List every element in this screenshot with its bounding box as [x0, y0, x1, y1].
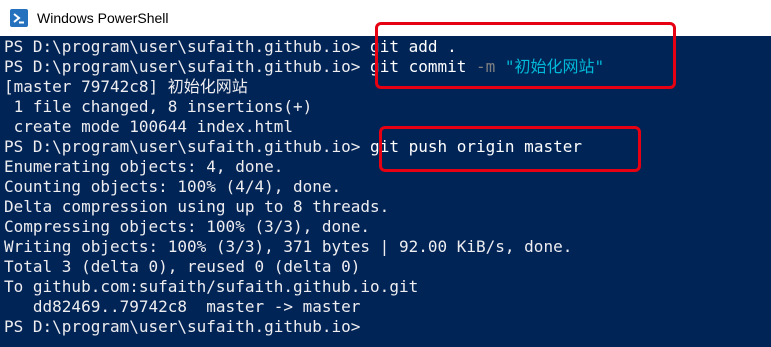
command-text: git push origin master — [360, 137, 582, 156]
prompt: PS D:\program\user\sufaith.github.io> — [4, 317, 361, 336]
console-line: [master 79742c8] 初始化网站 — [4, 77, 248, 96]
console-line: dd82469..79742c8 master -> master — [4, 297, 361, 316]
console-line: PS D:\program\user\sufaith.github.io> — [4, 317, 771, 337]
command-string: "初始化网站" — [495, 57, 605, 76]
command-text: git commit — [360, 57, 477, 76]
command-text: git add . — [360, 37, 457, 56]
console-line: Writing objects: 100% (3/3), 371 bytes |… — [4, 237, 573, 256]
console-line: 1 file changed, 8 insertions(+) — [4, 97, 313, 116]
console-line: Delta compression using up to 8 threads. — [4, 197, 390, 216]
window-title: Windows PowerShell — [37, 10, 169, 26]
console-line: To github.com:sufaith/sufaith.github.io.… — [4, 277, 419, 296]
console-line: PS D:\program\user\sufaith.github.io> gi… — [4, 57, 771, 77]
console-line: Enumerating objects: 4, done. — [4, 157, 284, 176]
title-bar[interactable]: Windows PowerShell — [0, 0, 771, 36]
console-line: PS D:\program\user\sufaith.github.io> gi… — [4, 137, 771, 157]
powershell-icon — [10, 9, 28, 27]
console-line: Total 3 (delta 0), reused 0 (delta 0) — [4, 257, 361, 276]
prompt: PS D:\program\user\sufaith.github.io> — [4, 57, 361, 76]
prompt: PS D:\program\user\sufaith.github.io> — [4, 37, 361, 56]
powershell-window: Windows PowerShell PS D:\program\user\su… — [0, 0, 771, 347]
console-line: create mode 100644 index.html — [4, 117, 293, 136]
console-line: PS D:\program\user\sufaith.github.io> gi… — [4, 37, 771, 57]
prompt: PS D:\program\user\sufaith.github.io> — [4, 137, 361, 156]
console-output[interactable]: PS D:\program\user\sufaith.github.io> gi… — [0, 37, 771, 347]
console-line: Counting objects: 100% (4/4), done. — [4, 177, 342, 196]
console-line: Compressing objects: 100% (3/3), done. — [4, 217, 371, 236]
command-parameter: -m — [476, 57, 496, 76]
